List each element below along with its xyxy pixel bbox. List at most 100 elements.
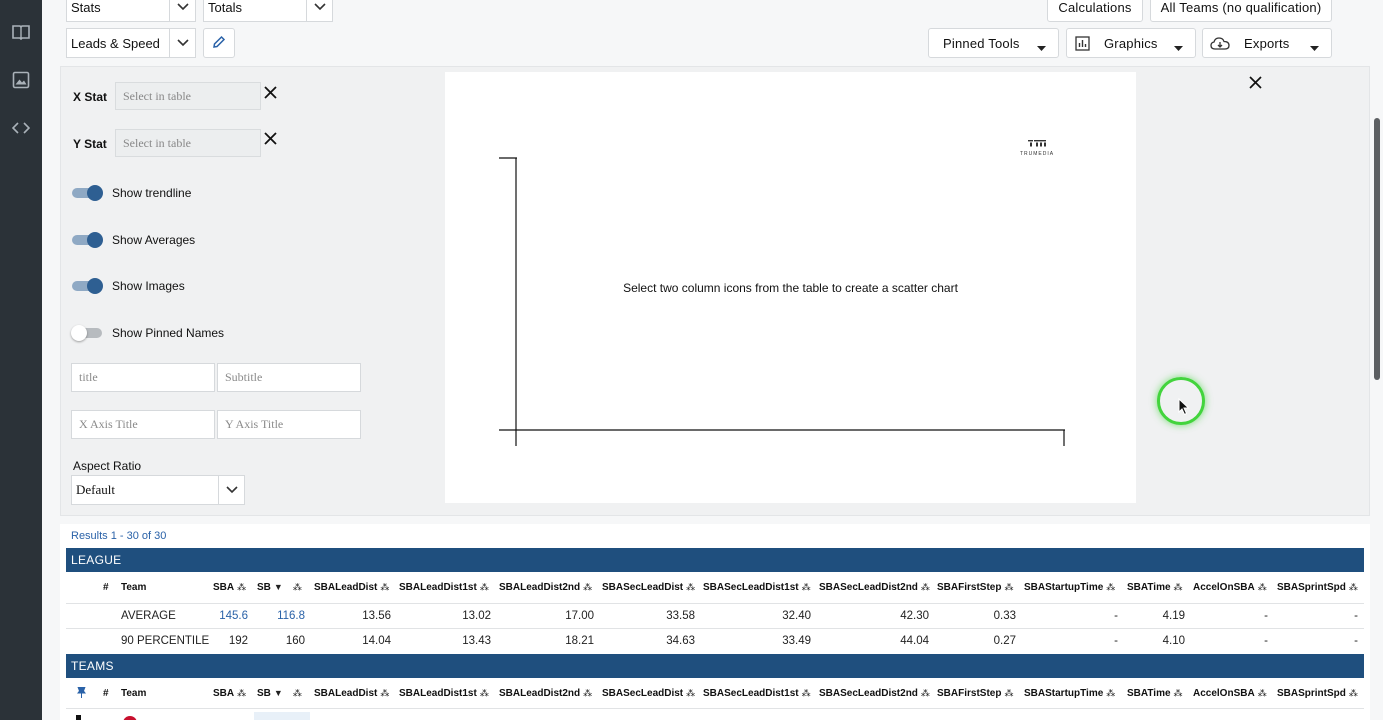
trendline-toggle[interactable]	[72, 185, 104, 201]
col-header-accelonsba[interactable]: AccelOnSBA ⁂	[1193, 688, 1267, 699]
scatter-select-icon[interactable]: ⁂	[686, 688, 695, 698]
image-gallery-icon[interactable]	[11, 70, 31, 90]
stats-select[interactable]: Stats	[66, 0, 196, 22]
scatter-select-icon[interactable]: ⁂	[1106, 582, 1115, 592]
y-axis-title-placeholder: Y Axis Title	[225, 417, 284, 431]
col-header-label: SBASecLeadDist1st	[703, 582, 799, 593]
col-header-sbastartuptime[interactable]: SBAStartupTime ⁂	[1024, 582, 1115, 593]
scatter-select-icon[interactable]: ⁂	[1106, 688, 1115, 698]
table-row[interactable]	[66, 712, 1364, 720]
x-axis-title-input[interactable]: X Axis Title	[71, 410, 215, 439]
col-header-sbaleaddist2nd[interactable]: SBALeadDist2nd ⁂	[499, 688, 592, 699]
x-stat-input[interactable]: Select in table	[115, 82, 261, 110]
y-stat-input[interactable]: Select in table	[115, 129, 261, 157]
scatter-select-icon[interactable]: ⁂	[1349, 688, 1358, 698]
scatter-select-icon[interactable]: ⁂	[1349, 582, 1358, 592]
pinned-names-toggle-label: Show Pinned Names	[112, 326, 225, 340]
edit-button[interactable]	[203, 28, 235, 58]
graphics-button[interactable]: Graphics	[1066, 28, 1196, 58]
league-section-header: LEAGUE	[66, 548, 1364, 572]
col-header-accelonsba[interactable]: AccelOnSBA ⁂	[1193, 582, 1267, 593]
col-header-sba[interactable]: SBA ⁂	[213, 688, 246, 699]
sba-cell[interactable]: 145.6	[198, 610, 248, 622]
calculations-button[interactable]: Calculations	[1047, 0, 1143, 22]
leads-speed-select[interactable]: Leads & Speed	[66, 28, 196, 58]
close-chart-icon[interactable]	[1249, 76, 1263, 90]
averages-toggle[interactable]	[72, 232, 104, 248]
cell: -	[1114, 610, 1118, 622]
scatter-select-icon[interactable]: ⁂	[237, 582, 246, 592]
col-header-sbafirststep[interactable]: SBAFirstStep ⁂	[937, 582, 1013, 593]
pin-marker-icon[interactable]	[76, 715, 81, 720]
col-header-sbasecleaddist2nd[interactable]: SBASecLeadDist2nd ⁂	[819, 688, 930, 699]
totals-select[interactable]: Totals	[203, 0, 333, 22]
scatter-select-icon[interactable]: ⁂	[293, 582, 302, 592]
cell: 44.04	[900, 635, 929, 647]
scatter-select-icon[interactable]: ⁂	[583, 688, 592, 698]
sort-desc-icon[interactable]: ▼	[274, 688, 283, 698]
scatter-select-icon[interactable]: ⁂	[480, 582, 489, 592]
scatter-select-icon[interactable]: ⁂	[237, 688, 246, 698]
col-header-sb[interactable]: SB ▼ ⁂	[257, 582, 302, 593]
league-section-label: LEAGUE	[71, 553, 122, 567]
code-icon[interactable]	[11, 118, 31, 138]
cloud-download-icon	[1210, 36, 1230, 54]
scatter-select-icon[interactable]: ⁂	[802, 582, 811, 592]
col-header-sbaleaddist1st[interactable]: SBALeadDist1st ⁂	[399, 582, 489, 593]
col-header-sbaleaddist2nd[interactable]: SBALeadDist2nd ⁂	[499, 582, 592, 593]
sb-cell[interactable]: 116.8	[255, 610, 305, 622]
scatter-select-icon[interactable]: ⁂	[380, 582, 389, 592]
trumedia-logo: TRUMEDIA	[1018, 134, 1056, 157]
col-header-sbaleaddist[interactable]: SBALeadDist ⁂	[314, 688, 389, 699]
col-header-sbaleaddist1st[interactable]: SBALeadDist1st ⁂	[399, 688, 489, 699]
col-header-sba[interactable]: SBA ⁂	[213, 582, 246, 593]
pin-icon[interactable]	[77, 686, 86, 701]
col-header-sbasecleaddist[interactable]: SBASecLeadDist ⁂	[602, 582, 695, 593]
clear-x-stat-icon[interactable]	[264, 86, 278, 100]
cell: 13.02	[462, 610, 491, 622]
clear-y-stat-icon[interactable]	[264, 132, 278, 146]
col-header-sbasecleaddist[interactable]: SBASecLeadDist ⁂	[602, 688, 695, 699]
col-header-sbasecleaddist2nd[interactable]: SBASecLeadDist2nd ⁂	[819, 582, 930, 593]
col-header-sbasecleaddist1st[interactable]: SBASecLeadDist1st ⁂	[703, 582, 811, 593]
scatter-select-icon[interactable]: ⁂	[380, 688, 389, 698]
scatter-select-icon[interactable]: ⁂	[1004, 688, 1013, 698]
col-header-sbafirststep[interactable]: SBAFirstStep ⁂	[937, 688, 1013, 699]
chart-title-input[interactable]: title	[71, 363, 215, 392]
aspect-ratio-select[interactable]: Default	[71, 475, 245, 505]
exports-button[interactable]: Exports	[1202, 28, 1332, 58]
scatter-select-icon[interactable]: ⁂	[583, 582, 592, 592]
scatter-select-icon[interactable]: ⁂	[1258, 582, 1267, 592]
book-icon[interactable]	[11, 22, 31, 42]
scatter-select-icon[interactable]: ⁂	[686, 582, 695, 592]
scatter-select-icon[interactable]: ⁂	[921, 688, 930, 698]
col-header-sbasecleaddist1st[interactable]: SBASecLeadDist1st ⁂	[703, 688, 811, 699]
scatter-select-icon[interactable]: ⁂	[1174, 688, 1183, 698]
col-header-sbasprintspd[interactable]: SBASprintSpd ⁂	[1277, 582, 1358, 593]
col-header-sbatime[interactable]: SBATime ⁂	[1127, 582, 1183, 593]
pinned-tools-button[interactable]: Pinned Tools	[928, 28, 1059, 58]
col-header-sbaleaddist[interactable]: SBALeadDist ⁂	[314, 582, 389, 593]
col-header-sb[interactable]: SB ▼ ⁂	[257, 688, 302, 699]
scatter-select-icon[interactable]: ⁂	[1174, 582, 1183, 592]
col-header-sbasprintspd[interactable]: SBASprintSpd ⁂	[1277, 688, 1358, 699]
scatter-select-icon[interactable]: ⁂	[921, 582, 930, 592]
y-axis-title-input[interactable]: Y Axis Title	[217, 410, 361, 439]
scatter-select-icon[interactable]: ⁂	[1258, 688, 1267, 698]
col-header-team[interactable]: Team	[121, 582, 146, 593]
col-header-team[interactable]: Team	[121, 688, 146, 699]
chart-subtitle-input[interactable]: Subtitle	[217, 363, 361, 392]
teams-filter-button[interactable]: All Teams (no qualification)	[1150, 0, 1332, 22]
row-divider	[66, 628, 1364, 629]
images-toggle[interactable]	[72, 278, 104, 294]
pinned-names-toggle[interactable]	[71, 325, 104, 341]
cell: 4.10	[1162, 635, 1185, 647]
sort-desc-icon[interactable]: ▼	[274, 582, 283, 592]
scatter-select-icon[interactable]: ⁂	[480, 688, 489, 698]
scrollbar[interactable]	[1374, 118, 1380, 380]
scatter-select-icon[interactable]: ⁂	[802, 688, 811, 698]
col-header-sbatime[interactable]: SBATime ⁂	[1127, 688, 1183, 699]
scatter-select-icon[interactable]: ⁂	[293, 688, 302, 698]
col-header-sbastartuptime[interactable]: SBAStartupTime ⁂	[1024, 688, 1115, 699]
scatter-select-icon[interactable]: ⁂	[1004, 582, 1013, 592]
